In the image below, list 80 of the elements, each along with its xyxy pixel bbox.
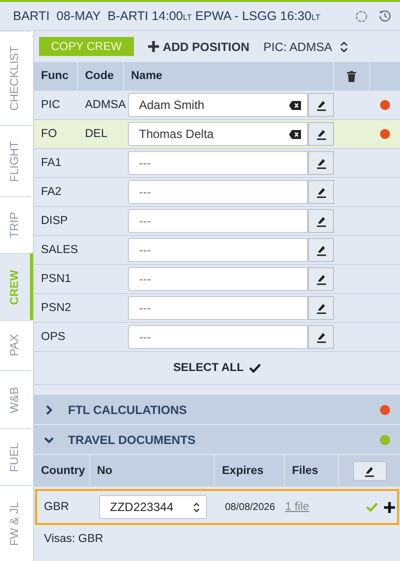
history-icon[interactable] (378, 9, 392, 23)
pen-icon (316, 99, 326, 111)
pen-icon (316, 331, 326, 343)
pen-icon (364, 464, 375, 476)
edit-button[interactable] (308, 267, 334, 291)
edit-button[interactable] (308, 209, 334, 233)
crew-row[interactable]: OPS --- (34, 323, 400, 352)
number-select[interactable]: ZZD223344 (99, 495, 207, 519)
func-cell-text: PIC (40, 99, 62, 111)
name-field[interactable]: --- (128, 180, 308, 204)
plus-icon (148, 41, 159, 52)
clear-icon[interactable] (289, 130, 301, 138)
pen-icon (316, 128, 326, 140)
func-cell-text: FO (40, 128, 58, 140)
func-cell-text: FA1 (40, 157, 62, 169)
func-cell-text: FA2 (40, 186, 62, 198)
name-field[interactable]: --- (128, 209, 308, 233)
expiry-date: 08/08/2026 (224, 502, 276, 512)
pen-icon (316, 215, 326, 227)
name-field[interactable]: --- (128, 151, 308, 175)
edit-button[interactable] (352, 460, 386, 480)
sort-icon (340, 40, 348, 52)
country-cell-text: GBR (43, 501, 70, 513)
chevron-icon (44, 434, 54, 444)
name-field[interactable]: Thomas Delta (128, 122, 308, 146)
edit-button[interactable] (308, 122, 334, 146)
crew-row[interactable]: PSN1 --- (34, 265, 400, 294)
name-field[interactable]: Adam Smith (128, 93, 308, 117)
func-cell-text: PSN1 (40, 273, 72, 285)
column-header: Country (41, 464, 86, 476)
crew-row[interactable]: FA1 --- (34, 149, 400, 178)
plus-icon[interactable] (384, 502, 395, 512)
edit-button[interactable] (308, 325, 334, 349)
section-header[interactable]: FTL CALCULATIONS (34, 395, 400, 425)
crew-row[interactable]: PSN2 --- (34, 294, 400, 323)
add-position-button[interactable]: ADD POSITION (148, 40, 250, 54)
edit-button[interactable] (308, 151, 334, 175)
pen-icon (316, 302, 326, 314)
column-header: Files (292, 464, 318, 476)
crew-row[interactable]: FO DEL Thomas Delta (34, 120, 400, 149)
clear-icon[interactable] (289, 100, 301, 110)
document-row[interactable]: GBR ZZD223344 08/08/2026 1 file (35, 489, 399, 525)
column-header: No (97, 464, 112, 476)
trash-icon[interactable] (347, 70, 356, 82)
visas-text: Visas: GBR (43, 532, 104, 547)
name-field[interactable]: --- (128, 238, 308, 262)
crew-row[interactable]: FA2 --- (34, 178, 400, 207)
column-header: Expires (222, 464, 264, 476)
edit-button[interactable] (308, 180, 334, 204)
section-title: TRAVEL DOCUMENTS (68, 432, 197, 446)
func-cell-text: SALES (40, 244, 78, 256)
pic-select[interactable]: PIC: ADMSA (263, 40, 348, 54)
crew-row[interactable]: DISP --- (34, 207, 400, 236)
check-icon (248, 363, 261, 373)
chevron-icon (44, 404, 54, 414)
sort-icon (193, 502, 200, 512)
section-header[interactable]: TRAVEL DOCUMENTS (34, 425, 400, 455)
target-icon[interactable] (355, 10, 368, 22)
func-cell-text: PSN2 (40, 302, 72, 314)
pen-icon (316, 273, 326, 285)
pen-icon (316, 157, 326, 169)
func-cell-text: OPS (40, 331, 66, 343)
select-all-button[interactable]: SELECT ALL (34, 352, 400, 385)
edit-button[interactable] (308, 93, 334, 117)
crew-row[interactable]: PIC ADMSA Adam Smith (34, 91, 400, 120)
column-header: Name (131, 70, 162, 82)
code-cell-text: DEL (84, 128, 108, 140)
pen-icon (316, 244, 326, 256)
edit-button[interactable] (308, 296, 334, 320)
column-header: Code (85, 70, 114, 82)
func-cell-text: DISP (40, 215, 69, 227)
crew-row[interactable]: SALES --- (34, 236, 400, 265)
name-field[interactable]: --- (128, 267, 308, 291)
code-cell-text: ADMSA (84, 99, 124, 111)
pen-icon (316, 186, 326, 198)
column-header: Func (41, 70, 68, 82)
edit-button[interactable] (308, 238, 334, 262)
section-title: FTL CALCULATIONS (68, 402, 188, 416)
name-field[interactable]: --- (128, 296, 308, 320)
name-field[interactable]: --- (128, 325, 308, 349)
